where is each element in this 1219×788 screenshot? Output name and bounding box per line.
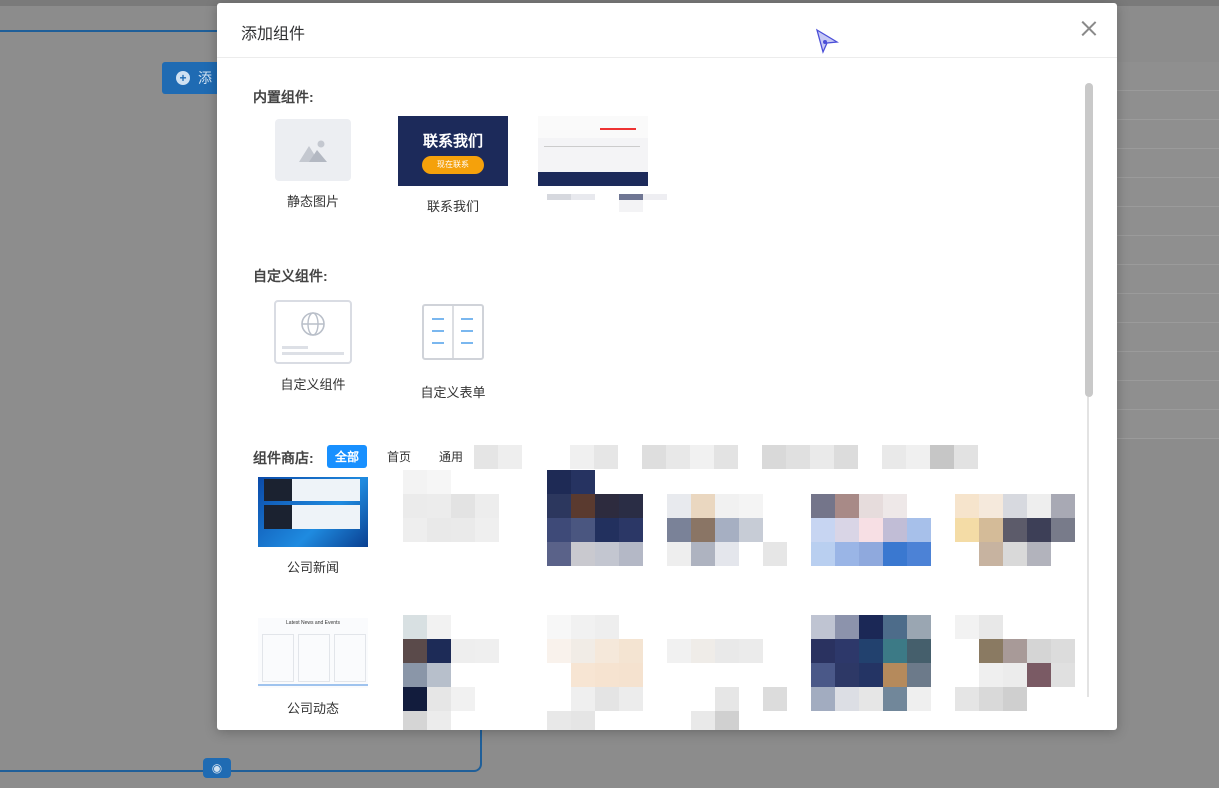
company-dynamics-thumbnail: Latest News and Events xyxy=(258,618,368,688)
store-section-title: 组件商店: xyxy=(253,450,314,466)
background-table-rows xyxy=(1117,62,1219,442)
tab-home[interactable]: 首页 xyxy=(379,445,419,468)
image-placeholder-icon xyxy=(275,119,351,181)
component-label: 静态图片 xyxy=(286,194,339,209)
component-card-company-dynamics[interactable]: Latest News and Events 公司动态 xyxy=(257,618,369,717)
scrollbar-thumb[interactable] xyxy=(1085,83,1093,397)
company-news-thumbnail xyxy=(258,477,368,547)
component-label: 联系我们 xyxy=(426,199,479,214)
component-label: 自定义表单 xyxy=(420,385,486,400)
component-card-contact-us[interactable]: 联系我们 现在联系 联系我们 xyxy=(397,116,509,215)
dialog-title: 添加组件 xyxy=(241,26,306,43)
component-label: 公司动态 xyxy=(286,701,339,716)
add-component-dialog: 添加组件 内置组件: 静态图片 联系我们 现在联系 联系我们 自定义组件: 自定… xyxy=(217,3,1117,730)
component-card-blurred[interactable] xyxy=(537,116,667,216)
component-card-static-image[interactable]: 静态图片 xyxy=(257,119,369,210)
store-tabs: 全部 首页 通用 xyxy=(327,445,483,468)
tab-general[interactable]: 通用 xyxy=(431,445,471,468)
dialog-header: 添加组件 xyxy=(217,3,1117,58)
plus-icon: + xyxy=(176,71,190,85)
blurred-thumbnail xyxy=(538,116,648,186)
mouse-cursor-icon xyxy=(815,28,840,54)
blurred-label xyxy=(537,186,667,216)
component-label: 自定义组件 xyxy=(280,377,346,392)
thumbnail-title: Latest News and Events xyxy=(286,620,340,626)
scrollbar-track-line xyxy=(1087,397,1089,697)
component-label: 公司新闻 xyxy=(286,560,339,575)
dialog-scrollbar[interactable] xyxy=(1085,83,1093,703)
form-icon xyxy=(422,304,484,360)
thumbnail-button: 现在联系 xyxy=(422,156,484,174)
close-icon[interactable] xyxy=(1081,20,1097,36)
component-card-company-news[interactable]: 公司新闻 xyxy=(257,477,369,576)
contact-us-thumbnail: 联系我们 现在联系 xyxy=(398,116,508,186)
eye-icon[interactable]: ◉ xyxy=(203,758,231,778)
thumbnail-title: 联系我们 xyxy=(422,133,483,150)
component-card-custom[interactable]: 自定义组件 xyxy=(257,300,369,393)
background-add-label: 添 xyxy=(198,70,212,86)
globe-icon xyxy=(274,300,352,364)
custom-section-title: 自定义组件: xyxy=(253,268,328,284)
tab-all[interactable]: 全部 xyxy=(327,445,368,468)
builtin-section-title: 内置组件: xyxy=(253,89,314,105)
component-card-custom-form[interactable]: 自定义表单 xyxy=(397,304,509,401)
